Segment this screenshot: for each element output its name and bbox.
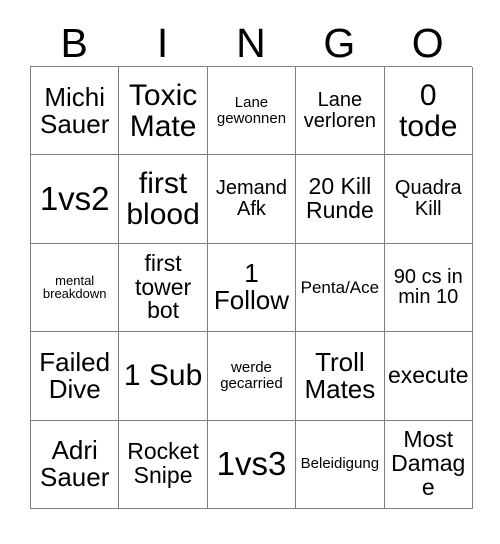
bingo-cell[interactable]: 1 Sub (119, 332, 208, 421)
bingo-cell-label: Rocket Snipe (127, 438, 199, 489)
bingo-cell-label: first blood (126, 166, 200, 232)
bingo-cell[interactable]: Toxic Mate (119, 67, 208, 156)
bingo-row: Michi Sauer Toxic Mate Lane gewonnen Lan… (31, 67, 473, 156)
bingo-cell-label: Michi Sauer (40, 81, 110, 139)
bingo-cell-label: Adri Sauer (40, 435, 110, 493)
bingo-header-letter-g: G (323, 20, 356, 66)
bingo-cell[interactable]: Beleidigung (296, 420, 385, 509)
bingo-cell[interactable]: Lane gewonnen (207, 67, 297, 156)
bingo-cell[interactable]: Failed Dive (31, 332, 120, 421)
bingo-cell-label: 1vs2 (39, 179, 110, 217)
bingo-cell-label: Troll Mates (304, 346, 376, 404)
bingo-cell-label: Beleidigung (300, 455, 380, 473)
bingo-row: 1vs2 first blood Jemand Afk 20 Kill Rund… (31, 155, 473, 244)
bingo-cell-label: Most Damage (391, 426, 466, 501)
bingo-header-letter-b: B (60, 20, 88, 66)
bingo-cell-label: Quadra Kill (394, 177, 462, 221)
bingo-cell-label: Toxic Mate (128, 78, 198, 143)
bingo-row: Adri Sauer Rocket Snipe 1vs3 Beleidigung… (31, 420, 473, 509)
bingo-grid: Michi Sauer Toxic Mate Lane gewonnen Lan… (30, 66, 473, 509)
bingo-cell[interactable]: Michi Sauer (31, 67, 120, 156)
bingo-row: mental breakdown first tower bot 1 Follo… (31, 243, 473, 333)
bingo-cell-label: 1 Sub (123, 359, 203, 393)
bingo-cell-label: Lane verloren (303, 88, 376, 132)
bingo-cell[interactable]: Lane verloren (296, 67, 385, 156)
bingo-cell-label: Failed Dive (39, 346, 111, 404)
bingo-cell-label: 1vs3 (216, 445, 287, 483)
bingo-cell-label: first tower bot (134, 249, 192, 324)
bingo-cell[interactable]: first tower bot (119, 243, 208, 333)
bingo-cell[interactable]: 0 tode (384, 67, 473, 156)
bingo-cell-label: Jemand Afk (215, 177, 288, 221)
bingo-cell-label: 0 tode (399, 78, 458, 143)
bingo-header-letter-n: N (236, 20, 266, 66)
bingo-cell[interactable]: mental breakdown (31, 243, 120, 333)
bingo-cell-label: Lane gewonnen (216, 94, 287, 127)
bingo-cell-label: mental breakdown (42, 272, 107, 302)
bingo-cell[interactable]: werde gecarried (207, 332, 297, 421)
bingo-cell[interactable]: 1vs3 (207, 420, 297, 509)
bingo-cell[interactable]: Adri Sauer (31, 420, 120, 509)
bingo-cell-label: werde gecarried (220, 359, 283, 392)
bingo-header-letter-o: O (411, 20, 444, 66)
bingo-cell[interactable]: Most Damage (384, 420, 473, 509)
bingo-cell[interactable]: Rocket Snipe (119, 420, 208, 509)
bingo-cell[interactable]: Quadra Kill (384, 155, 473, 244)
bingo-cell[interactable]: 90 cs in min 10 (384, 243, 473, 333)
bingo-cell-label: 90 cs in min 10 (393, 265, 463, 309)
bingo-cell[interactable]: Troll Mates (296, 332, 385, 421)
bingo-cell[interactable]: Jemand Afk (207, 155, 297, 244)
bingo-cell[interactable]: Penta/Ace (296, 243, 385, 333)
bingo-cell[interactable]: 1vs2 (31, 155, 120, 244)
bingo-cell-label: Penta/Ace (300, 277, 380, 297)
bingo-cell[interactable]: 1 Follow (207, 243, 297, 333)
bingo-row: Failed Dive 1 Sub werde gecarried Troll … (31, 332, 473, 421)
bingo-cell-label: execute (387, 361, 469, 388)
bingo-card: B I N G O Michi Sauer Toxic Mate Lane ge… (30, 8, 473, 509)
bingo-cell[interactable]: execute (384, 332, 473, 421)
bingo-header-row: B I N G O (30, 8, 472, 66)
bingo-cell-label: 20 Kill Runde (305, 173, 374, 224)
bingo-cell-label: 1 Follow (213, 258, 290, 316)
bingo-cell[interactable]: 20 Kill Runde (296, 155, 385, 244)
bingo-header-letter-i: I (156, 20, 169, 66)
bingo-cell[interactable]: first blood (119, 155, 208, 244)
